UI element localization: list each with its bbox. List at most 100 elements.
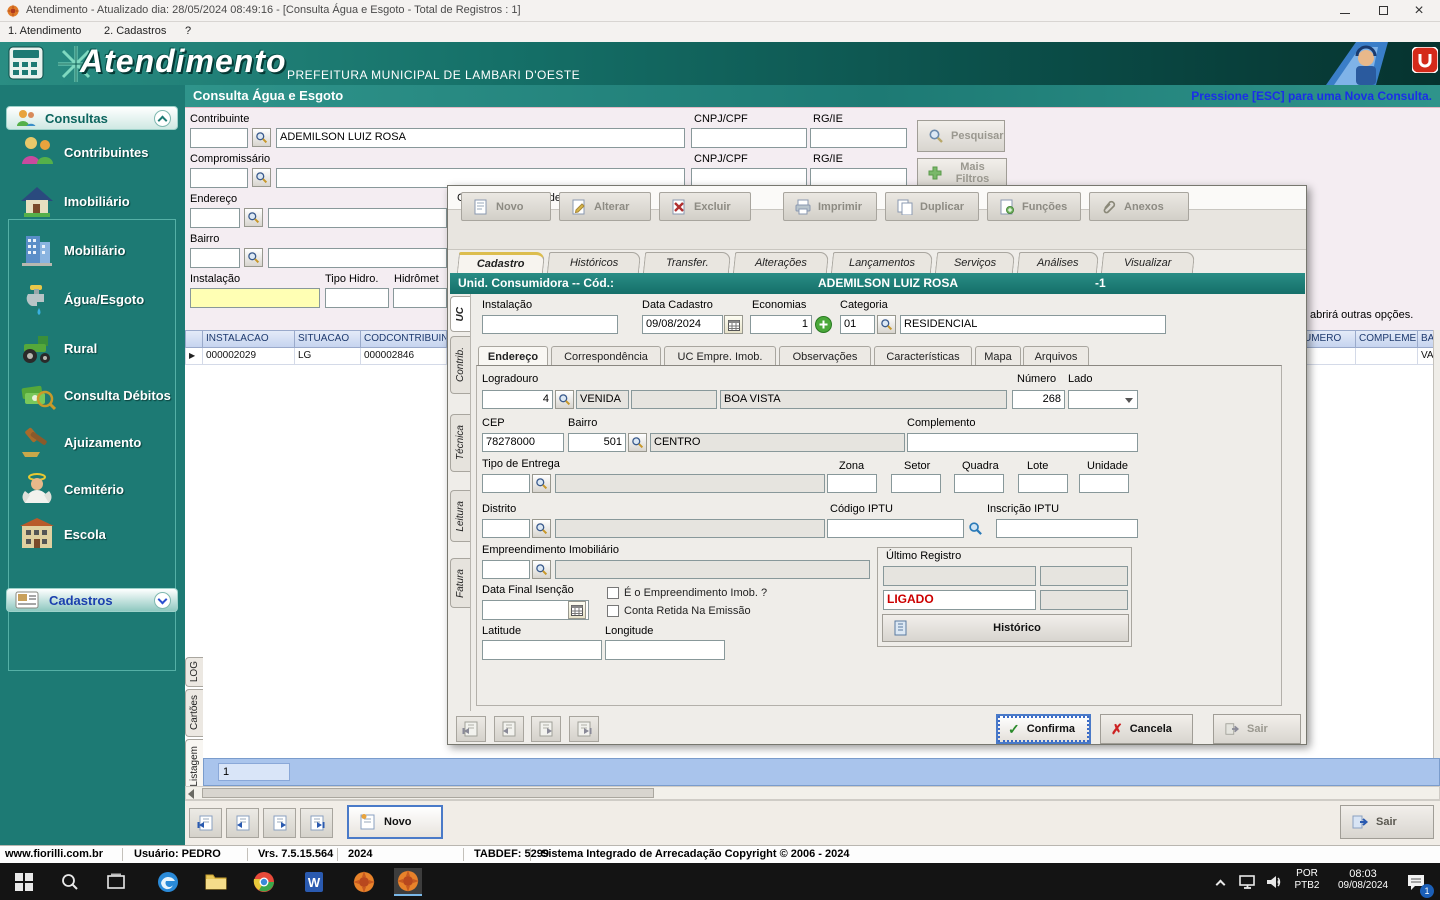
pesquisar-button[interactable]: Pesquisar (917, 120, 1005, 152)
historico-button[interactable]: Histórico (882, 614, 1129, 642)
empreendimento-search-button[interactable] (532, 560, 551, 579)
record-prev-button[interactable] (226, 808, 259, 838)
dlg-numero-input[interactable]: 268 (1012, 390, 1065, 409)
edge-icon[interactable] (154, 868, 182, 896)
inner-tab-observacoes[interactable]: Observações (779, 346, 871, 366)
endereco-name-input[interactable] (268, 208, 447, 228)
dialog-tab-lancamentos[interactable]: Lançamentos (831, 252, 933, 273)
menu-cadastros[interactable]: 2. Cadastros (104, 25, 166, 37)
view-tab-listagem[interactable]: Listagem (185, 739, 203, 793)
dlg-quadra-input[interactable] (954, 474, 1004, 493)
endereco-code-input[interactable] (190, 208, 240, 228)
table-cell-instalacao[interactable]: 000002029 (203, 348, 295, 365)
record-first-button[interactable] (189, 808, 222, 838)
endereco-search-button[interactable] (244, 208, 263, 227)
dialog-tab-visualizar[interactable]: Visualizar (1101, 252, 1195, 273)
dialog-funcoes-button[interactable]: Funções (987, 192, 1081, 221)
tipo-hidro-input[interactable] (325, 288, 389, 308)
sidebar-item-contribuintes[interactable]: Contribuintes (18, 130, 168, 174)
confirma-button[interactable]: ✓ Confirma (996, 714, 1091, 744)
sidebar-item-agua-esgoto[interactable]: Água/Esgoto (18, 277, 168, 321)
logradouro-search-button[interactable] (555, 390, 574, 409)
mais-filtros-button[interactable]: Mais Filtros (917, 158, 1007, 188)
dlg-latitude-input[interactable] (482, 640, 602, 660)
record-last-button[interactable] (300, 808, 333, 838)
minimize-button[interactable] (1328, 0, 1362, 21)
sidebar-item-escola[interactable]: Escola (18, 512, 168, 556)
bairro-search-button[interactable] (244, 248, 263, 267)
dlg-tipo-entrega-input[interactable] (482, 474, 530, 493)
dlg-economias-input[interactable]: 1 (750, 315, 812, 334)
iptu-search-button[interactable] (966, 519, 985, 538)
word-icon[interactable]: W (300, 868, 328, 896)
inner-tab-mapa[interactable]: Mapa (975, 346, 1021, 366)
fiorilli-app-icon[interactable] (350, 868, 378, 896)
inner-tab-caracteristicas[interactable]: Características (874, 346, 972, 366)
file-explorer-icon[interactable] (202, 868, 230, 896)
dialog-anexos-button[interactable]: Anexos (1089, 192, 1189, 221)
data-cadastro-calendar-button[interactable] (724, 315, 743, 334)
inner-tab-arquivos[interactable]: Arquivos (1023, 346, 1089, 366)
notification-center-icon[interactable]: 1 (1402, 868, 1430, 896)
dialog-side-tab-fatura[interactable]: Fatura (450, 558, 470, 608)
task-view-icon[interactable] (102, 868, 130, 896)
table-vertical-scrollbar[interactable] (1433, 330, 1440, 758)
dlg-record-prev-button[interactable] (494, 716, 524, 742)
dialog-tab-analises[interactable]: Análises (1017, 252, 1099, 273)
dialog-side-tab-tecnica[interactable]: Técnica (450, 414, 470, 472)
economias-add-button[interactable] (814, 315, 833, 334)
novo-record-button[interactable]: Novo (347, 805, 443, 839)
contribuinte-search-button[interactable] (252, 128, 271, 147)
close-button[interactable]: × (1402, 0, 1436, 21)
taskbar-search-icon[interactable] (56, 868, 84, 896)
dlg-distrito-input[interactable] (482, 519, 530, 538)
dialog-duplicar-button[interactable]: Duplicar (885, 192, 979, 221)
sidebar-item-mobiliario[interactable]: Mobiliário (18, 228, 168, 272)
sidebar-item-cemiterio[interactable]: Cemitério (18, 467, 168, 511)
dialog-side-tab-uc[interactable]: UC (450, 296, 470, 332)
inner-tab-endereco[interactable]: Endereço (478, 346, 548, 366)
instalacao-input[interactable] (190, 288, 320, 308)
dialog-tab-cadastro[interactable]: Cadastro (457, 252, 545, 273)
view-tab-log[interactable]: LOG (185, 657, 203, 687)
compromissario-code-input[interactable] (190, 168, 248, 188)
dlg-record-next-button[interactable] (531, 716, 561, 742)
collapse-consultas-button[interactable] (154, 110, 171, 127)
dlg-setor-input[interactable] (891, 474, 941, 493)
dlg-data-cadastro-input[interactable]: 09/08/2024 (642, 315, 723, 334)
isencao-calendar-button[interactable] (568, 601, 586, 619)
table-cell-numero[interactable] (1300, 348, 1356, 365)
inner-tab-uc-empre-imob[interactable]: UC Empre. Imob. (664, 346, 776, 366)
table-header-instalacao[interactable]: INSTALACAO (203, 330, 295, 348)
table-header-codcontribuinte[interactable]: CODCONTRIBUIN (361, 330, 447, 348)
hidrometro-input[interactable] (393, 288, 447, 308)
dlg-cep-input[interactable]: 78278000 (482, 433, 564, 452)
dlg-lote-input[interactable] (1018, 474, 1068, 493)
dlg-instalacao-input[interactable] (482, 315, 618, 334)
menu-help[interactable]: ? (185, 25, 191, 37)
table-header-situacao[interactable]: SITUACAO (295, 330, 361, 348)
dlg-empreendimento-input[interactable] (482, 560, 530, 579)
scrollbar-thumb[interactable] (202, 788, 654, 798)
menu-atendimento[interactable]: 1. Atendimento (8, 25, 81, 37)
dialog-tab-alteracoes[interactable]: Alterações (733, 252, 829, 273)
dialog-imprimir-button[interactable]: Imprimir (783, 192, 877, 221)
distrito-search-button[interactable] (532, 519, 551, 538)
dialog-alterar-button[interactable]: Alterar (559, 192, 651, 221)
dlg-complemento-input[interactable] (907, 433, 1138, 452)
dialog-novo-button[interactable]: Novo (461, 192, 551, 221)
fiorilli-active-app-icon[interactable] (394, 868, 422, 896)
volume-icon[interactable] (1262, 868, 1286, 896)
dlg-categoria-input[interactable]: 01 (840, 315, 875, 334)
dlg-inscricao-iptu-input[interactable] (996, 519, 1138, 538)
contribuinte-code-input[interactable] (190, 128, 248, 148)
table-cell-situacao[interactable]: LG (295, 348, 361, 365)
language-indicator[interactable]: POR PTB2 (1290, 868, 1324, 892)
clock[interactable]: 08:03 09/08/2024 (1326, 868, 1400, 892)
sidebar-item-ajuizamento[interactable]: Ajuizamento (18, 420, 168, 464)
contribuinte-name-input[interactable]: ADEMILSON LUIZ ROSA (276, 128, 685, 148)
sidebar-item-rural[interactable]: Rural (18, 326, 168, 370)
dlg-bairro-cod-input[interactable]: 501 (568, 433, 626, 452)
network-icon[interactable] (1236, 868, 1260, 896)
dlg-longitude-input[interactable] (605, 640, 725, 660)
